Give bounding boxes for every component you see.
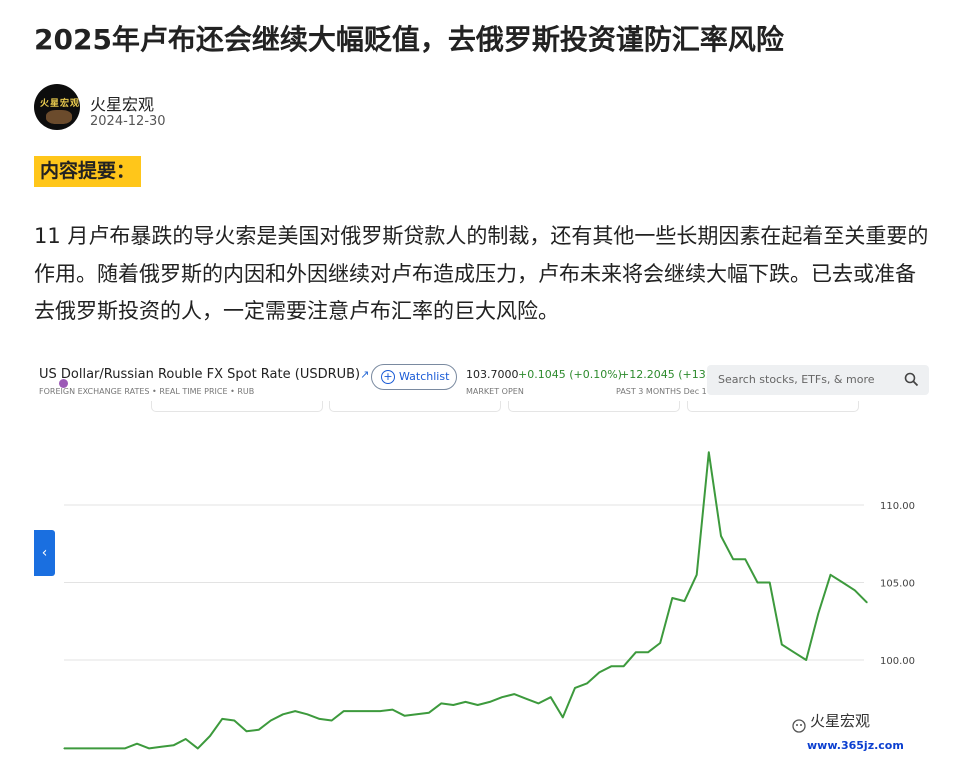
price-data-point [379, 710, 381, 712]
price-data-point [294, 710, 296, 712]
price-data-point [416, 713, 418, 715]
watermark-icon [792, 719, 806, 733]
price-data-point [732, 558, 734, 560]
price-data-point [245, 730, 248, 732]
price-data-point [477, 704, 479, 706]
price-data-point [197, 747, 199, 749]
price-data-point [270, 719, 272, 722]
price-data-point [87, 747, 89, 749]
price-data-point [124, 747, 126, 749]
price-data-point [829, 574, 832, 576]
article-title: 2025年卢布还会继续大幅贬值，去俄罗斯投资谨防汇率风险 [34, 23, 784, 56]
price-data-point [258, 729, 260, 731]
price-data-point [513, 693, 515, 695]
price-data-point [99, 747, 102, 749]
embedded-chart-screenshot: US Dollar/Russian Rouble FX Spot Rate (U… [34, 355, 930, 763]
price-data-point [501, 696, 503, 698]
price-data-point [842, 581, 844, 584]
price-data-point [598, 671, 600, 673]
price-data-point [525, 698, 527, 700]
price-data-point [306, 713, 308, 715]
price-data-point [708, 451, 710, 453]
price-data-point [428, 712, 430, 714]
price-data-point [537, 702, 540, 704]
price-data-point [744, 558, 746, 560]
watermark-brand: 火星宏观 [810, 712, 871, 730]
price-data-point [75, 747, 77, 749]
price-data-point [391, 709, 394, 711]
price-data-point [562, 716, 564, 718]
publish-date: 2024-12-30 [90, 114, 166, 129]
price-data-point [805, 659, 807, 661]
price-data-point [574, 687, 576, 689]
avatar-figure [46, 110, 72, 124]
price-data-point [136, 743, 138, 745]
price-data-point [209, 735, 211, 737]
price-data-point [343, 710, 345, 712]
price-data-point [623, 665, 625, 667]
price-data-point [221, 718, 223, 720]
price-data-point [452, 704, 454, 706]
price-data-point [331, 719, 333, 722]
price-data-point [367, 710, 369, 712]
price-data-point [318, 718, 321, 720]
summary-label: 内容提要： [34, 156, 142, 187]
y-tick-label: 100.00 [880, 656, 915, 667]
price-data-point [610, 665, 613, 667]
price-line-series [64, 451, 868, 750]
price-data-point [647, 651, 649, 653]
price-data-point [550, 696, 552, 698]
price-data-point [160, 746, 162, 748]
price-data-point [720, 535, 722, 537]
y-tick-label: 110.00 [880, 501, 915, 512]
article-body: 11 月卢布暴跌的导火索是美国对俄罗斯贷款人的制裁，还有其他一些长期因素在起着至… [34, 224, 929, 323]
price-data-point [854, 589, 856, 591]
price-data-point [355, 710, 357, 712]
author-name[interactable]: 火星宏观 [90, 91, 154, 115]
price-data-point [282, 713, 284, 715]
price-data-point [440, 702, 442, 704]
author-avatar[interactable]: 火星宏观 [34, 84, 80, 130]
avatar-logo-text: 火星宏观 [40, 99, 80, 109]
price-data-point [148, 747, 150, 749]
price-data-point [817, 612, 819, 615]
price-chart: 110.00 105.00 100.00 [63, 451, 915, 750]
price-data-point [635, 651, 637, 653]
price-data-point [112, 747, 114, 749]
price-data-point [683, 600, 686, 602]
price-data-point [404, 715, 406, 717]
price-data-point [793, 651, 795, 653]
price-data-point [769, 581, 771, 584]
watermark-url: www.365jz.com [807, 739, 904, 752]
price-data-point [185, 738, 187, 740]
price-data-point [63, 747, 65, 749]
price-data-point [172, 744, 175, 746]
y-tick-label: 105.00 [880, 579, 915, 590]
price-data-point [464, 701, 467, 703]
price-data-point [696, 574, 698, 576]
price-data-point [756, 581, 759, 584]
price-data-point [659, 642, 661, 644]
price-data-point [233, 719, 235, 722]
price-data-point [671, 597, 673, 599]
price-data-point [781, 643, 783, 646]
price-data-point [586, 682, 588, 684]
price-data-point [489, 701, 491, 703]
price-data-point [866, 602, 868, 604]
